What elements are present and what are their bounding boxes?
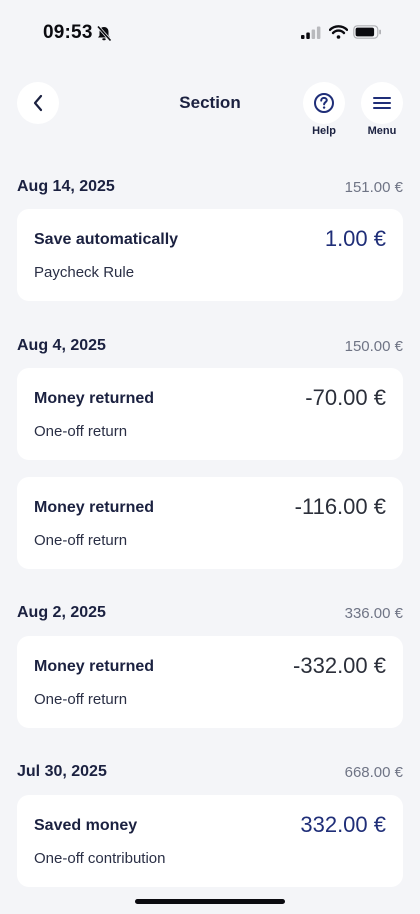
menu-label[interactable]: Menu — [352, 125, 412, 137]
status-time: 09:53 — [43, 22, 93, 43]
transaction-title: Saved money — [34, 817, 138, 834]
cellular-signal-icon — [301, 26, 321, 44]
date-label: Aug 14, 2025 — [17, 178, 115, 195]
question-circle-icon — [314, 93, 334, 113]
transaction-title: Money returned — [34, 658, 155, 675]
transaction-subtitle: One-off contribution — [34, 850, 166, 867]
date-balance: 151.00 € — [344, 179, 403, 196]
hamburger-menu-icon — [373, 97, 391, 109]
home-indicator[interactable] — [135, 899, 285, 904]
help-button[interactable] — [303, 82, 345, 124]
transaction-card[interactable]: Money returned One-off return -116.00 € — [17, 477, 403, 569]
transaction-subtitle: One-off return — [34, 691, 128, 708]
transaction-card[interactable]: Money returned One-off return -70.00 € — [17, 368, 403, 460]
date-group-header: Aug 4, 2025 150.00 € — [17, 337, 403, 359]
transaction-title: Save automatically — [34, 231, 179, 248]
date-label: Jul 30, 2025 — [17, 763, 107, 780]
transaction-title: Money returned — [34, 499, 155, 516]
transaction-amount: -70.00 € — [305, 385, 386, 410]
help-label[interactable]: Help — [294, 125, 354, 137]
transaction-subtitle: One-off return — [34, 532, 128, 549]
date-balance: 336.00 € — [344, 605, 403, 622]
battery-icon — [353, 25, 382, 44]
date-balance: 668.00 € — [344, 764, 403, 781]
transaction-card[interactable]: Money returned One-off return -332.00 € — [17, 636, 403, 728]
transaction-title: Money returned — [34, 390, 155, 407]
menu-button[interactable] — [361, 82, 403, 124]
transaction-amount: 1.00 € — [324, 226, 386, 251]
date-group-header: Aug 14, 2025 151.00 € — [17, 178, 403, 200]
page-title: Section — [179, 93, 241, 112]
transaction-amount: 332.00 € — [300, 812, 386, 837]
transaction-card[interactable]: Save automatically Paycheck Rule 1.00 € — [17, 209, 403, 301]
transaction-amount: -332.00 € — [293, 653, 386, 678]
transaction-amount: -116.00 € — [294, 494, 386, 519]
transaction-subtitle: Paycheck Rule — [34, 264, 135, 281]
transaction-card[interactable]: Saved money One-off contribution 332.00 … — [17, 795, 403, 887]
date-balance: 150.00 € — [344, 338, 403, 355]
bell-off-icon — [96, 25, 112, 47]
top-nav: Section Help Menu — [0, 80, 420, 140]
status-bar: 09:53 — [0, 0, 420, 64]
date-group-header: Jul 30, 2025 668.00 € — [17, 763, 403, 785]
wifi-icon — [328, 25, 349, 44]
date-group-header: Aug 2, 2025 336.00 € — [17, 604, 403, 626]
date-label: Aug 4, 2025 — [17, 337, 106, 354]
date-label: Aug 2, 2025 — [17, 604, 106, 621]
transaction-subtitle: One-off return — [34, 423, 128, 440]
